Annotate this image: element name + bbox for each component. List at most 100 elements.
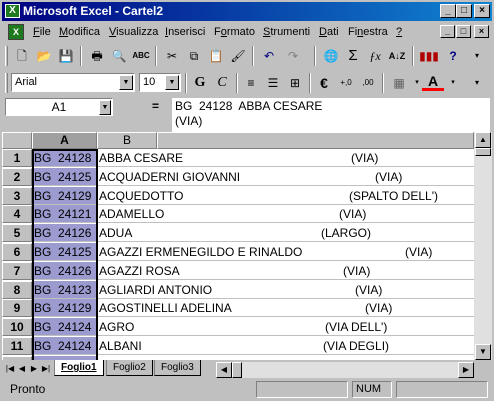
italic-button[interactable]: C: [211, 73, 233, 93]
cell-street[interactable]: ADUA (LARGO): [97, 224, 474, 243]
chevron-down-icon[interactable]: ▼: [165, 75, 179, 90]
doc-restore-button[interactable]: □: [456, 25, 471, 38]
font-name-combo[interactable]: Arial ▼: [11, 73, 135, 92]
chart-wizard-icon[interactable]: ▮▮▮: [418, 46, 440, 66]
web-icon[interactable]: 🌐: [320, 46, 342, 66]
font-color-icon[interactable]: A: [422, 73, 444, 91]
cell-postcode[interactable]: BG 24126: [32, 261, 97, 280]
decrease-decimal-icon[interactable]: ,00: [357, 73, 379, 93]
increase-decimal-icon[interactable]: +,0: [335, 73, 357, 93]
menu-strumenti[interactable]: Strumenti: [263, 26, 310, 38]
doc-minimize-button[interactable]: _: [440, 25, 455, 38]
cell-postcode[interactable]: BG 24126: [32, 224, 97, 243]
minimize-button[interactable]: _: [440, 4, 456, 18]
menu-help[interactable]: ?: [396, 26, 402, 38]
scroll-thumb[interactable]: [232, 362, 242, 378]
copy-icon[interactable]: ⧉: [183, 46, 205, 66]
cell-postcode[interactable]: BG 24125: [32, 243, 97, 261]
row-header[interactable]: 7: [2, 261, 32, 280]
horizontal-scrollbar[interactable]: ◀ ▶: [216, 362, 474, 378]
cell-postcode[interactable]: BG 24129: [32, 299, 97, 318]
currency-button[interactable]: €: [313, 73, 335, 93]
sort-icon[interactable]: A↓Z: [386, 46, 408, 66]
toolbar-grip[interactable]: [5, 46, 8, 66]
cell-street[interactable]: ACQUEDOTTO (SPALTO DELL'): [97, 187, 474, 205]
format-painter-icon[interactable]: 🖌: [227, 46, 249, 66]
more-buttons-icon[interactable]: ▾: [466, 73, 488, 93]
sheet-tab-foglio2[interactable]: Foglio2: [106, 360, 153, 376]
new-icon[interactable]: 🗋: [11, 46, 33, 66]
autosum-icon[interactable]: Σ: [342, 46, 364, 66]
scroll-right-icon[interactable]: ▶: [458, 362, 474, 378]
cut-icon[interactable]: ✂: [161, 46, 183, 66]
row-header[interactable]: 6: [2, 243, 32, 261]
maximize-button[interactable]: □: [456, 4, 472, 18]
formula-input[interactable]: BG 24128 ABBA CESARE (VIA): [172, 98, 490, 132]
cell-street[interactable]: AGRO (VIA DELL'): [97, 318, 474, 337]
sheet-tab-foglio3[interactable]: Foglio3: [154, 360, 201, 376]
cell-postcode[interactable]: BG 24129: [32, 186, 97, 205]
next-sheet-icon[interactable]: ▶: [28, 362, 40, 376]
column-header-a[interactable]: A: [32, 132, 97, 149]
row-header[interactable]: 9: [2, 299, 32, 318]
menu-formato[interactable]: Formato: [214, 26, 255, 38]
scroll-up-icon[interactable]: ▲: [475, 132, 491, 148]
redo-icon[interactable]: ↷: [282, 46, 304, 66]
menu-visualizza[interactable]: Visualizza: [109, 26, 158, 38]
merge-center-icon[interactable]: ⊞: [284, 73, 306, 93]
spelling-icon[interactable]: ABC: [130, 46, 152, 66]
menu-finestra[interactable]: Finestra: [348, 26, 388, 38]
workbook-icon[interactable]: X: [8, 24, 24, 40]
cell-postcode[interactable]: BG 24124: [32, 318, 97, 337]
row-header[interactable]: 2: [2, 167, 32, 186]
chevron-down-icon[interactable]: ▼: [99, 100, 111, 115]
prev-sheet-icon[interactable]: ◀: [16, 362, 28, 376]
cell-postcode[interactable]: BG 24121: [32, 205, 97, 224]
cell-postcode[interactable]: BG 24123: [32, 280, 97, 299]
spreadsheet-grid[interactable]: A B 1 BG 24128 ABBA CESARE (VIA) 2 BG 24125 AC…: [2, 132, 474, 360]
select-all-button[interactable]: [2, 132, 32, 149]
save-icon[interactable]: 💾: [55, 46, 77, 66]
menu-file[interactable]: File: [33, 26, 51, 38]
cell-postcode[interactable]: BG 24124: [32, 337, 97, 355]
row-header[interactable]: 1: [2, 149, 32, 167]
row-header[interactable]: 5: [2, 224, 32, 243]
align-left-icon[interactable]: ≡: [240, 73, 262, 93]
scroll-thumb[interactable]: [475, 148, 491, 156]
align-center-icon[interactable]: ☰: [262, 73, 284, 93]
row-header[interactable]: 3: [2, 186, 32, 205]
open-icon[interactable]: 📂: [33, 46, 55, 66]
row-header[interactable]: 4: [2, 205, 32, 224]
vertical-scrollbar[interactable]: ▲ ▼: [474, 132, 492, 360]
menu-modifica[interactable]: Modifica: [59, 26, 100, 38]
excel-icon[interactable]: X: [5, 4, 20, 18]
sheet-tab-foglio1[interactable]: Foglio1: [54, 360, 104, 376]
help-icon[interactable]: ?: [442, 46, 464, 66]
cell-postcode[interactable]: BG 24128: [32, 149, 97, 167]
bold-button[interactable]: G: [189, 73, 211, 93]
paste-icon[interactable]: 📋: [205, 46, 227, 66]
cell-postcode[interactable]: BG 24125: [32, 167, 97, 186]
chevron-down-icon[interactable]: ▼: [119, 75, 133, 90]
first-sheet-icon[interactable]: |◀: [4, 362, 16, 376]
scroll-down-icon[interactable]: ▼: [475, 344, 491, 360]
cell-street[interactable]: AGAZZI ROSA (VIA): [97, 262, 474, 280]
cell-street[interactable]: ALBANI (VIA DEGLI): [97, 337, 474, 355]
scroll-left-icon[interactable]: ◀: [216, 362, 232, 378]
name-box[interactable]: A1 ▼: [5, 98, 113, 116]
cell-street[interactable]: AGLIARDI ANTONIO (VIA): [97, 281, 474, 299]
cell-street[interactable]: AGOSTINELLI ADELINA (VIA): [97, 299, 474, 318]
cell-street[interactable]: AGAZZI ERMENEGILDO E RINALDO (VIA): [97, 243, 474, 261]
row-header[interactable]: 11: [2, 337, 32, 355]
cell-street[interactable]: ABBA CESARE (VIA): [97, 149, 474, 167]
last-sheet-icon[interactable]: ▶|: [40, 362, 52, 376]
menu-dati[interactable]: Dati: [319, 26, 339, 38]
toolbar-grip[interactable]: [5, 73, 8, 93]
formula-equals[interactable]: =: [152, 99, 159, 113]
menu-inserisci[interactable]: Inserisci: [165, 26, 205, 38]
function-icon[interactable]: ƒx: [364, 46, 386, 66]
row-header[interactable]: 8: [2, 280, 32, 299]
more-buttons-icon[interactable]: ▾: [466, 46, 488, 66]
chevron-down-icon[interactable]: ▾: [442, 73, 464, 93]
print-preview-icon[interactable]: 🔍: [108, 46, 130, 66]
